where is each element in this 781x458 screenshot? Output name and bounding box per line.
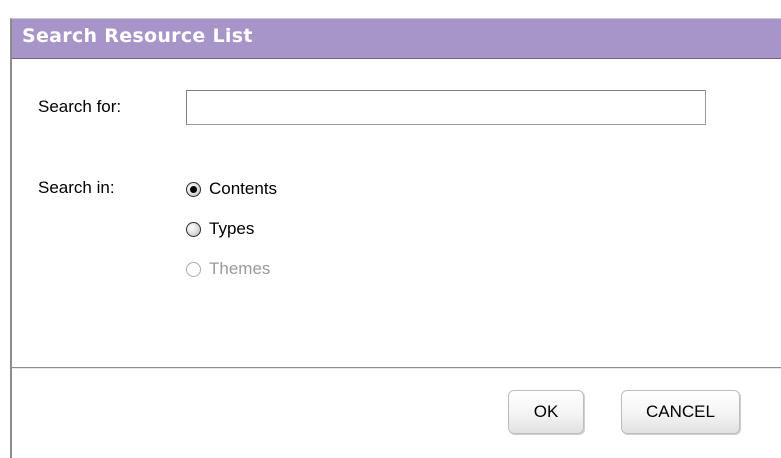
search-for-label: Search for: xyxy=(38,97,122,116)
radio-label-themes: Themes xyxy=(209,259,271,278)
radio-selected-icon[interactable] xyxy=(186,181,201,197)
search-input[interactable] xyxy=(186,90,706,125)
radio-option-contents[interactable]: Contents xyxy=(186,177,277,201)
radio-label-types: Types xyxy=(209,219,255,238)
dialog-title: Search Resource List xyxy=(22,25,253,47)
search-in-label: Search in: xyxy=(38,178,115,197)
cancel-button[interactable]: CANCEL xyxy=(621,390,740,434)
radio-unselected-icon[interactable] xyxy=(186,221,201,237)
ok-button[interactable]: OK xyxy=(508,390,584,434)
search-resource-dialog: Search Resource List Search for: Search … xyxy=(10,18,781,458)
dialog-titlebar: Search Resource List xyxy=(12,19,781,59)
footer-divider xyxy=(12,367,781,369)
radio-option-themes: Themes xyxy=(186,257,270,281)
radio-option-types[interactable]: Types xyxy=(186,217,254,241)
radio-disabled-icon xyxy=(186,261,201,277)
radio-label-contents: Contents xyxy=(209,179,278,198)
